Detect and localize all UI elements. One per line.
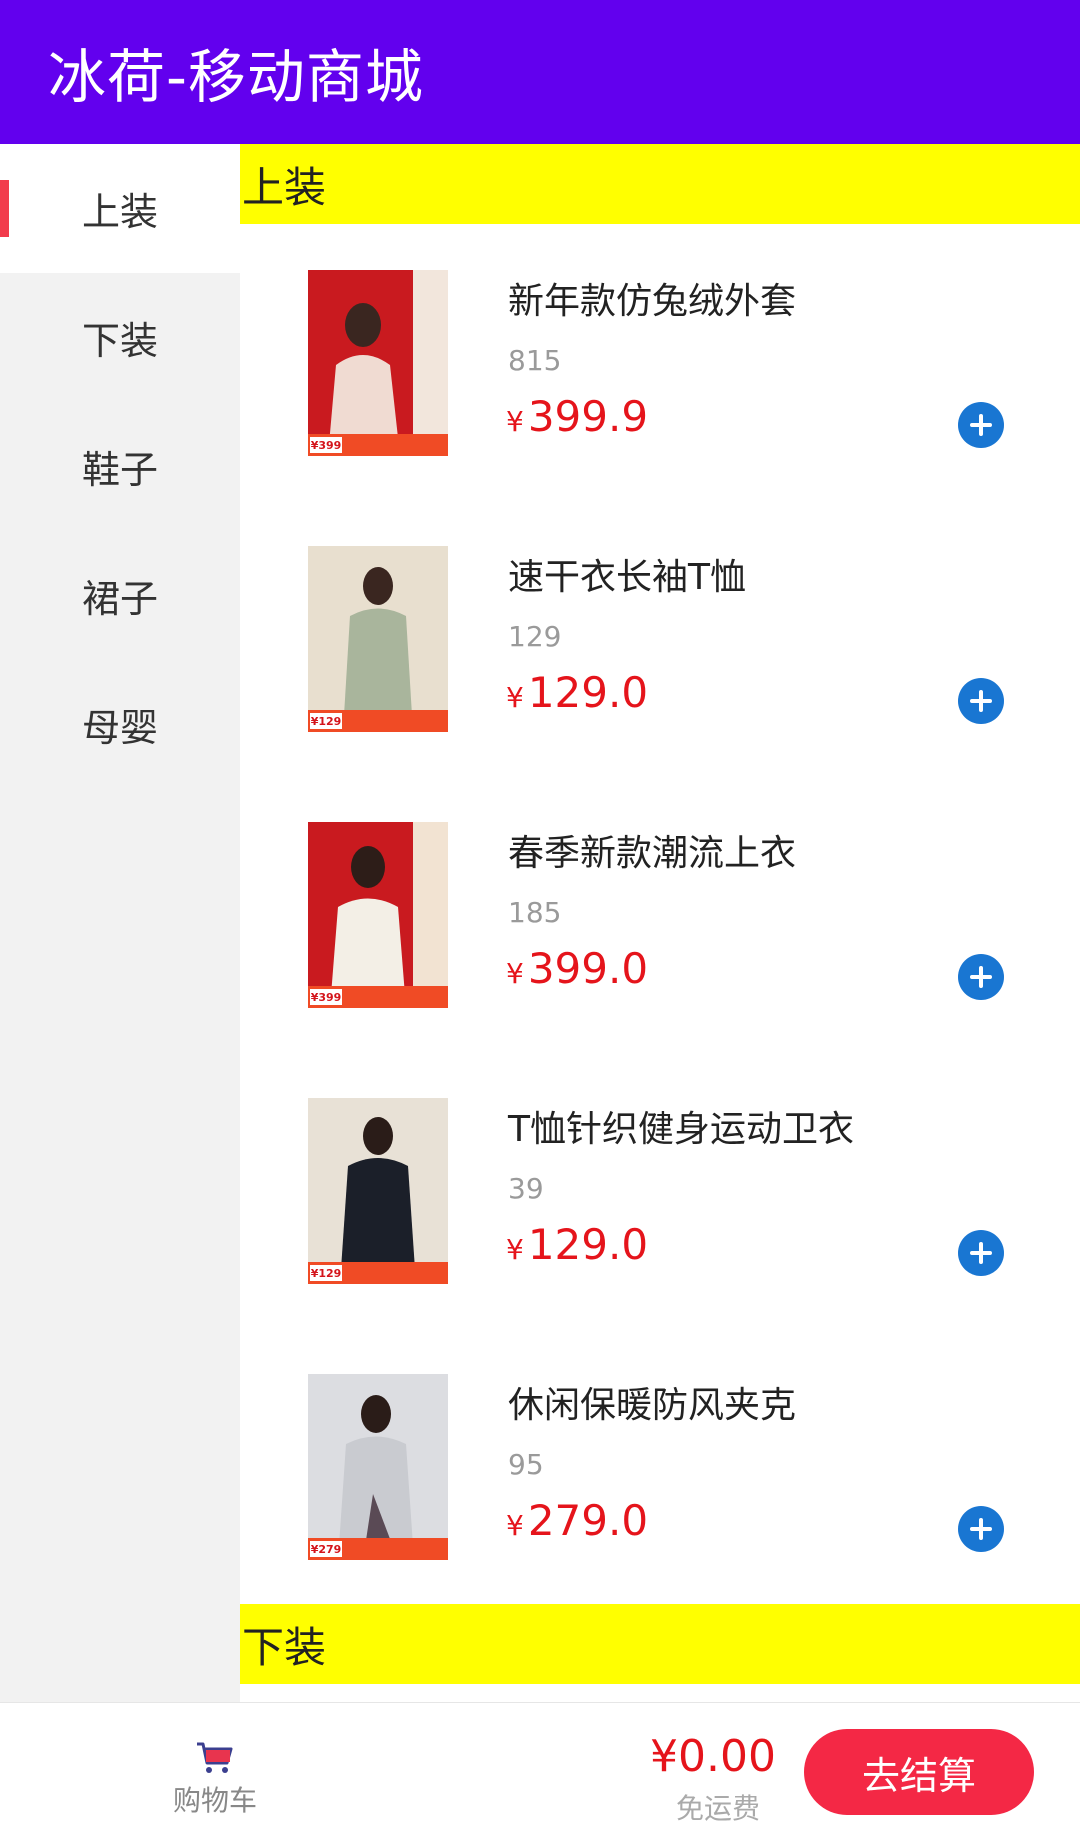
- product-item[interactable]: ¥399 新年款仿兔绒外套 815 ¥ 399.9: [240, 224, 1080, 500]
- plus-icon: [970, 1518, 992, 1540]
- product-name: T恤针织健身运动卫衣: [508, 1109, 854, 1150]
- currency-symbol: ¥: [506, 957, 524, 990]
- image-price-tag: ¥279: [310, 1541, 342, 1557]
- sidebar-item-label: 下装: [81, 319, 158, 363]
- product-sales: 39: [508, 1172, 544, 1205]
- add-to-cart-button[interactable]: [958, 954, 1004, 1000]
- currency-symbol: ¥: [506, 405, 524, 438]
- shipping-note: 免运费: [676, 1792, 761, 1825]
- sidebar-item-label: 上装: [81, 190, 158, 234]
- image-price-tag: ¥129: [310, 1265, 342, 1281]
- plus-icon: [970, 966, 992, 988]
- product-item[interactable]: ¥399 春季新款潮流上衣 185 ¥ 399.0: [240, 776, 1080, 1052]
- product-image: ¥279: [308, 1374, 448, 1560]
- product-item[interactable]: ¥129 速干衣长袖T恤 129 ¥ 129.0: [240, 500, 1080, 776]
- sidebar-item-label: 母婴: [81, 706, 158, 750]
- sidebar-item-label: 鞋子: [81, 448, 158, 492]
- product-price: ¥ 399.0: [506, 944, 648, 993]
- product-sales: 815: [508, 344, 562, 377]
- product-name: 新年款仿兔绒外套: [508, 281, 797, 322]
- plus-icon: [970, 414, 992, 436]
- product-item[interactable]: ¥129 T恤针织健身运动卫衣 39 ¥ 129.0: [240, 1052, 1080, 1328]
- product-price: ¥ 129.0: [506, 668, 648, 717]
- product-list[interactable]: 上装 ¥399 新年款仿兔绒外套 815 ¥ 399.9 ¥129 速干衣长袖T…: [240, 144, 1080, 1702]
- app-title: 冰荷-移动商城: [48, 43, 424, 111]
- category-sidebar: 上装 下装 鞋子 裙子 母婴: [0, 144, 240, 1702]
- cart-label: 购物车: [172, 1784, 257, 1817]
- product-name: 春季新款潮流上衣: [508, 833, 797, 874]
- total-price: ¥0.00: [650, 1731, 776, 1782]
- sidebar-item-skirts[interactable]: 裙子: [0, 531, 240, 660]
- product-price: ¥ 129.0: [506, 1220, 648, 1269]
- price-value: 399.0: [527, 944, 649, 993]
- product-sales: 129: [508, 620, 562, 653]
- section-header-bottoms: 下装: [240, 1604, 1080, 1684]
- sidebar-item-shoes[interactable]: 鞋子: [0, 402, 240, 531]
- currency-symbol: ¥: [506, 1509, 524, 1542]
- cart-button[interactable]: 购物车: [160, 1741, 270, 1819]
- section-header-tops: 上装: [240, 144, 1080, 224]
- product-name: 速干衣长袖T恤: [508, 557, 746, 598]
- price-value: 279.0: [527, 1496, 649, 1545]
- image-price-tag: ¥399: [310, 989, 342, 1005]
- add-to-cart-button[interactable]: [958, 1230, 1004, 1276]
- product-price: ¥ 279.0: [506, 1496, 648, 1545]
- sidebar-item-bottoms[interactable]: 下装: [0, 273, 240, 402]
- plus-icon: [970, 690, 992, 712]
- plus-icon: [970, 1242, 992, 1264]
- product-image: ¥399: [308, 822, 448, 1008]
- currency-symbol: ¥: [506, 1233, 524, 1266]
- currency-symbol: ¥: [506, 681, 524, 714]
- sidebar-item-baby[interactable]: 母婴: [0, 660, 240, 789]
- active-indicator: [0, 180, 9, 237]
- product-name: 休闲保暖防风夹克: [508, 1385, 797, 1426]
- price-value: 129.0: [527, 668, 649, 717]
- add-to-cart-button[interactable]: [958, 402, 1004, 448]
- price-value: 399.9: [527, 392, 649, 441]
- product-price: ¥ 399.9: [506, 392, 648, 441]
- product-image: ¥129: [308, 546, 448, 732]
- image-price-tag: ¥399: [310, 437, 342, 453]
- product-image: ¥129: [308, 1098, 448, 1284]
- sidebar-item-tops[interactable]: 上装: [0, 144, 240, 273]
- product-image: ¥399: [308, 270, 448, 456]
- product-item[interactable]: ¥279 休闲保暖防风夹克 95 ¥ 279.0: [240, 1328, 1080, 1604]
- bottom-bar: 购物车 ¥0.00 免运费 去结算: [0, 1702, 1080, 1842]
- image-price-tag: ¥129: [310, 713, 342, 729]
- add-to-cart-button[interactable]: [958, 678, 1004, 724]
- app-bar: 冰荷-移动商城: [0, 0, 1080, 144]
- price-value: 129.0: [527, 1220, 649, 1269]
- sidebar-item-label: 裙子: [81, 577, 158, 621]
- checkout-button[interactable]: 去结算: [804, 1729, 1034, 1815]
- shopping-cart-icon: [197, 1742, 233, 1773]
- add-to-cart-button[interactable]: [958, 1506, 1004, 1552]
- product-sales: 185: [508, 896, 562, 929]
- product-sales: 95: [508, 1448, 544, 1481]
